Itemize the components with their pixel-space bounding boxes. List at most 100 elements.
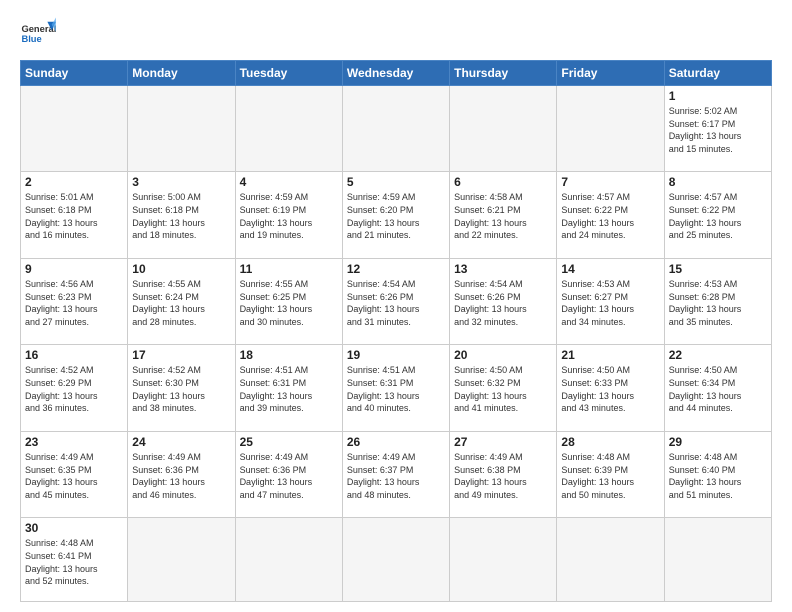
day-number: 7 bbox=[561, 175, 659, 189]
calendar-cell bbox=[128, 518, 235, 602]
day-info: Sunrise: 4:50 AM Sunset: 6:34 PM Dayligh… bbox=[669, 364, 767, 414]
weekday-header-row: Sunday Monday Tuesday Wednesday Thursday… bbox=[21, 61, 772, 86]
day-number: 10 bbox=[132, 262, 230, 276]
day-info: Sunrise: 4:50 AM Sunset: 6:32 PM Dayligh… bbox=[454, 364, 552, 414]
day-number: 18 bbox=[240, 348, 338, 362]
calendar-cell: 16 Sunrise: 4:52 AM Sunset: 6:29 PM Dayli… bbox=[21, 345, 128, 431]
header: General Blue bbox=[20, 16, 772, 52]
calendar-cell: 20 Sunrise: 4:50 AM Sunset: 6:32 PM Dayli… bbox=[450, 345, 557, 431]
day-info: Sunrise: 4:57 AM Sunset: 6:22 PM Dayligh… bbox=[561, 191, 659, 241]
day-info: Sunrise: 5:02 AM Sunset: 6:17 PM Dayligh… bbox=[669, 105, 767, 155]
calendar-cell: 13 Sunrise: 4:54 AM Sunset: 6:26 PM Dayli… bbox=[450, 258, 557, 344]
calendar-cell: 5 Sunrise: 4:59 AM Sunset: 6:20 PM Daylig… bbox=[342, 172, 449, 258]
day-info: Sunrise: 4:55 AM Sunset: 6:25 PM Dayligh… bbox=[240, 278, 338, 328]
calendar-row: 1 Sunrise: 5:02 AM Sunset: 6:17 PM Daylig… bbox=[21, 86, 772, 172]
calendar-cell: 3 Sunrise: 5:00 AM Sunset: 6:18 PM Daylig… bbox=[128, 172, 235, 258]
calendar-cell bbox=[342, 518, 449, 602]
day-info: Sunrise: 4:51 AM Sunset: 6:31 PM Dayligh… bbox=[347, 364, 445, 414]
calendar-cell: 4 Sunrise: 4:59 AM Sunset: 6:19 PM Daylig… bbox=[235, 172, 342, 258]
calendar-cell: 19 Sunrise: 4:51 AM Sunset: 6:31 PM Dayli… bbox=[342, 345, 449, 431]
calendar-row: 9 Sunrise: 4:56 AM Sunset: 6:23 PM Daylig… bbox=[21, 258, 772, 344]
header-monday: Monday bbox=[128, 61, 235, 86]
day-number: 29 bbox=[669, 435, 767, 449]
header-saturday: Saturday bbox=[664, 61, 771, 86]
day-number: 19 bbox=[347, 348, 445, 362]
header-thursday: Thursday bbox=[450, 61, 557, 86]
day-number: 25 bbox=[240, 435, 338, 449]
calendar-cell bbox=[450, 86, 557, 172]
logo: General Blue bbox=[20, 16, 56, 52]
day-number: 21 bbox=[561, 348, 659, 362]
calendar-cell: 14 Sunrise: 4:53 AM Sunset: 6:27 PM Dayli… bbox=[557, 258, 664, 344]
day-number: 15 bbox=[669, 262, 767, 276]
calendar-cell: 12Sunrise: 4:54 AM Sunset: 6:26 PM Dayli… bbox=[342, 258, 449, 344]
header-friday: Friday bbox=[557, 61, 664, 86]
day-number: 23 bbox=[25, 435, 123, 449]
day-info: Sunrise: 4:50 AM Sunset: 6:33 PM Dayligh… bbox=[561, 364, 659, 414]
calendar-cell bbox=[557, 518, 664, 602]
day-number: 9 bbox=[25, 262, 123, 276]
header-tuesday: Tuesday bbox=[235, 61, 342, 86]
day-number: 14 bbox=[561, 262, 659, 276]
calendar-cell bbox=[450, 518, 557, 602]
day-number: 5 bbox=[347, 175, 445, 189]
day-info: Sunrise: 4:49 AM Sunset: 6:38 PM Dayligh… bbox=[454, 451, 552, 501]
calendar-cell bbox=[128, 86, 235, 172]
day-info: Sunrise: 4:52 AM Sunset: 6:30 PM Dayligh… bbox=[132, 364, 230, 414]
calendar-table: Sunday Monday Tuesday Wednesday Thursday… bbox=[20, 60, 772, 602]
logo-icon: General Blue bbox=[20, 16, 56, 52]
calendar-cell: 6 Sunrise: 4:58 AM Sunset: 6:21 PM Daylig… bbox=[450, 172, 557, 258]
calendar-cell: 30Sunrise: 4:48 AM Sunset: 6:41 PM Dayli… bbox=[21, 518, 128, 602]
day-info: Sunrise: 5:01 AM Sunset: 6:18 PM Dayligh… bbox=[25, 191, 123, 241]
day-number: 16 bbox=[25, 348, 123, 362]
day-info: Sunrise: 4:48 AM Sunset: 6:41 PM Dayligh… bbox=[25, 537, 123, 587]
calendar-cell: 18 Sunrise: 4:51 AM Sunset: 6:31 PM Dayli… bbox=[235, 345, 342, 431]
day-number: 3 bbox=[132, 175, 230, 189]
page: General Blue Sunday Monday Tuesday Wedne… bbox=[0, 0, 792, 612]
day-number: 12 bbox=[347, 262, 445, 276]
calendar-cell bbox=[557, 86, 664, 172]
calendar-cell bbox=[235, 518, 342, 602]
day-info: Sunrise: 4:55 AM Sunset: 6:24 PM Dayligh… bbox=[132, 278, 230, 328]
calendar-row: 2 Sunrise: 5:01 AM Sunset: 6:18 PM Daylig… bbox=[21, 172, 772, 258]
calendar-cell: 21 Sunrise: 4:50 AM Sunset: 6:33 PM Dayli… bbox=[557, 345, 664, 431]
day-number: 24 bbox=[132, 435, 230, 449]
day-info: Sunrise: 4:49 AM Sunset: 6:35 PM Dayligh… bbox=[25, 451, 123, 501]
day-number: 27 bbox=[454, 435, 552, 449]
calendar-row: 23 Sunrise: 4:49 AM Sunset: 6:35 PM Dayli… bbox=[21, 431, 772, 517]
day-info: Sunrise: 4:54 AM Sunset: 6:26 PM Dayligh… bbox=[454, 278, 552, 328]
day-info: Sunrise: 5:00 AM Sunset: 6:18 PM Dayligh… bbox=[132, 191, 230, 241]
calendar-cell bbox=[21, 86, 128, 172]
calendar-cell bbox=[664, 518, 771, 602]
day-info: Sunrise: 4:56 AM Sunset: 6:23 PM Dayligh… bbox=[25, 278, 123, 328]
day-number: 20 bbox=[454, 348, 552, 362]
day-number: 4 bbox=[240, 175, 338, 189]
day-number: 6 bbox=[454, 175, 552, 189]
calendar-cell: 24Sunrise: 4:49 AM Sunset: 6:36 PM Dayli… bbox=[128, 431, 235, 517]
calendar-cell: 26Sunrise: 4:49 AM Sunset: 6:37 PM Dayli… bbox=[342, 431, 449, 517]
calendar-cell bbox=[342, 86, 449, 172]
day-info: Sunrise: 4:59 AM Sunset: 6:19 PM Dayligh… bbox=[240, 191, 338, 241]
calendar-cell bbox=[235, 86, 342, 172]
day-info: Sunrise: 4:58 AM Sunset: 6:21 PM Dayligh… bbox=[454, 191, 552, 241]
day-number: 13 bbox=[454, 262, 552, 276]
day-info: Sunrise: 4:52 AM Sunset: 6:29 PM Dayligh… bbox=[25, 364, 123, 414]
header-sunday: Sunday bbox=[21, 61, 128, 86]
calendar-cell: 29Sunrise: 4:48 AM Sunset: 6:40 PM Dayli… bbox=[664, 431, 771, 517]
calendar-cell: 22Sunrise: 4:50 AM Sunset: 6:34 PM Dayli… bbox=[664, 345, 771, 431]
day-info: Sunrise: 4:59 AM Sunset: 6:20 PM Dayligh… bbox=[347, 191, 445, 241]
calendar-cell: 17 Sunrise: 4:52 AM Sunset: 6:30 PM Dayli… bbox=[128, 345, 235, 431]
calendar-cell: 8 Sunrise: 4:57 AM Sunset: 6:22 PM Daylig… bbox=[664, 172, 771, 258]
day-number: 2 bbox=[25, 175, 123, 189]
day-number: 17 bbox=[132, 348, 230, 362]
calendar-cell: 9 Sunrise: 4:56 AM Sunset: 6:23 PM Daylig… bbox=[21, 258, 128, 344]
day-info: Sunrise: 4:57 AM Sunset: 6:22 PM Dayligh… bbox=[669, 191, 767, 241]
day-info: Sunrise: 4:53 AM Sunset: 6:27 PM Dayligh… bbox=[561, 278, 659, 328]
calendar-cell: 28Sunrise: 4:48 AM Sunset: 6:39 PM Dayli… bbox=[557, 431, 664, 517]
day-number: 8 bbox=[669, 175, 767, 189]
calendar-cell: 11Sunrise: 4:55 AM Sunset: 6:25 PM Dayli… bbox=[235, 258, 342, 344]
day-info: Sunrise: 4:51 AM Sunset: 6:31 PM Dayligh… bbox=[240, 364, 338, 414]
day-info: Sunrise: 4:49 AM Sunset: 6:37 PM Dayligh… bbox=[347, 451, 445, 501]
day-number: 1 bbox=[669, 89, 767, 103]
day-info: Sunrise: 4:53 AM Sunset: 6:28 PM Dayligh… bbox=[669, 278, 767, 328]
